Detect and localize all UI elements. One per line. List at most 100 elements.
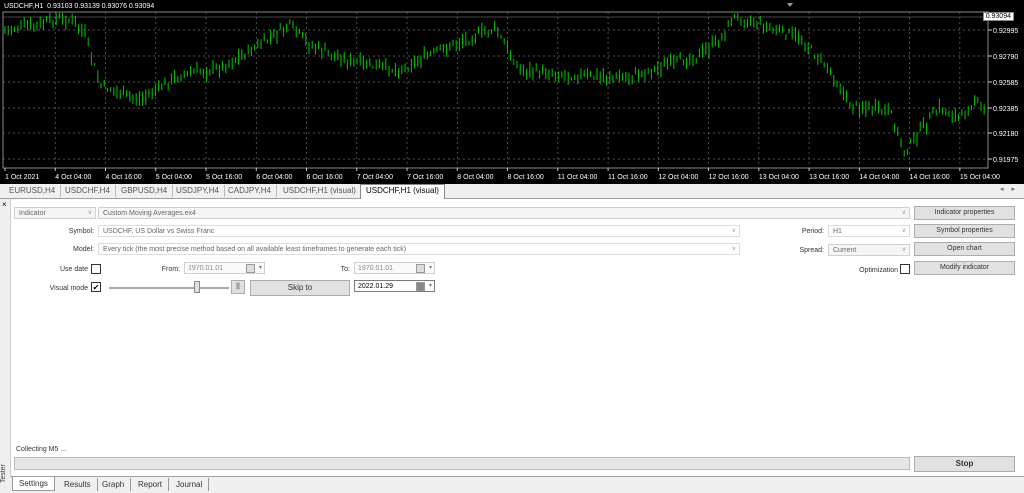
calendar-icon: [246, 264, 255, 273]
price-tick-label: 0.92995: [993, 28, 1018, 35]
tab-journal[interactable]: Journal: [170, 478, 210, 491]
chart-tab[interactable]: USDCHF,H4: [60, 185, 116, 197]
progress-bar: [14, 457, 910, 470]
calendar-icon: [416, 264, 425, 273]
time-tick-label: 5 Oct 16:00: [206, 174, 242, 181]
tester-tabs-bar: Settings Results Graph Report Journal: [10, 476, 1024, 493]
tab-graph[interactable]: Graph: [96, 478, 132, 491]
time-tick-label: 1 Oct 2021: [5, 174, 39, 181]
calendar-icon: [416, 282, 425, 291]
symbol-properties-button[interactable]: Symbol properties: [914, 224, 1015, 238]
time-tick-label: 7 Oct 04:00: [357, 174, 393, 181]
tab-settings[interactable]: Settings: [12, 477, 55, 491]
dropdown-arrow-icon: ▾: [428, 283, 432, 289]
visual-mode-checkbox[interactable]: ✔: [91, 282, 101, 292]
tab-scroll-arrows-icon[interactable]: ◂ ▸: [1000, 185, 1018, 193]
tester-type-select[interactable]: Indicator ∨: [14, 207, 96, 219]
chart-tab[interactable]: USDJPY,H4: [171, 185, 225, 197]
price-tick-label: 0.91975: [993, 157, 1018, 164]
price-tick-label: 0.92180: [993, 131, 1018, 138]
period-select[interactable]: H1 ∨: [828, 225, 910, 237]
use-date-checkbox[interactable]: [91, 264, 101, 274]
skip-date-value: 2022.01.29: [358, 283, 394, 290]
to-date-field[interactable]: 1970.01.01 ▾: [354, 262, 435, 274]
indicator-properties-button[interactable]: Indicator properties: [914, 206, 1015, 220]
symbol-label: Symbol:: [68, 228, 94, 235]
tester-side-strip: ×: [0, 199, 11, 492]
time-tick-label: 13 Oct 04:00: [759, 174, 799, 181]
tab-results[interactable]: Results: [58, 478, 98, 491]
chevron-down-icon: ∨: [901, 247, 906, 253]
use-date-label: Use date: [59, 266, 88, 273]
modify-indicator-button[interactable]: Modify indicator: [914, 261, 1015, 275]
dropdown-arrow-icon: ▾: [258, 265, 262, 271]
chevron-down-icon: ∨: [901, 228, 906, 234]
spread-select[interactable]: Current ∨: [828, 244, 910, 256]
chart-shift-icon[interactable]: [787, 3, 793, 7]
time-tick-label: 14 Oct 16:00: [910, 174, 950, 181]
indicator-select[interactable]: Custom Moving Averages.ex4 ∨: [98, 207, 910, 219]
time-tick-label: 12 Oct 04:00: [658, 174, 698, 181]
time-tick-label: 5 Oct 04:00: [156, 174, 192, 181]
from-label: From:: [161, 266, 180, 273]
time-tick-label: 8 Oct 16:00: [508, 174, 544, 181]
time-tick-label: 6 Oct 04:00: [256, 174, 292, 181]
from-date-value: 1970.01.01: [188, 265, 224, 272]
spread-select-value: Current: [833, 247, 857, 254]
from-date-field[interactable]: 1970.01.01 ▾: [184, 262, 265, 274]
spread-label: Spread:: [799, 247, 824, 254]
chart-tab[interactable]: EURUSD,H4: [4, 185, 62, 197]
status-text: Collecting M5 ...: [16, 446, 67, 453]
skip-to-button[interactable]: Skip to: [250, 280, 350, 296]
chart-tab[interactable]: USDCHF,H1 (visual): [278, 185, 362, 197]
stop-button[interactable]: Stop: [914, 456, 1015, 472]
tester-type-value: Indicator: [19, 210, 46, 217]
chevron-down-icon: ∨: [901, 210, 906, 216]
symbol-select-value: USDCHF, US Dollar vs Swiss Franc: [103, 228, 215, 235]
time-tick-label: 14 Oct 04:00: [859, 174, 899, 181]
time-tick-label: 4 Oct 16:00: [106, 174, 142, 181]
time-tick-label: 12 Oct 16:00: [709, 174, 749, 181]
to-date-value: 1970.01.01: [358, 265, 394, 272]
model-label: Model:: [72, 246, 94, 253]
visual-speed-slider[interactable]: [109, 287, 229, 289]
symbol-select[interactable]: USDCHF, US Dollar vs Swiss Franc ∨: [98, 225, 740, 237]
model-select-value: Every tick (the most precise method base…: [103, 246, 407, 253]
price-chart[interactable]: 0.92995 0.92790 0.92585 0.92385 0.92180 0.919…: [0, 0, 1024, 184]
tab-report[interactable]: Report: [132, 478, 170, 491]
current-price-tag: 0.93094: [982, 12, 1014, 21]
time-tick-label: 11 Oct 04:00: [558, 174, 598, 181]
skip-date-field[interactable]: 2022.01.29 ▾: [354, 280, 435, 292]
time-tick-label: 13 Oct 16:00: [809, 174, 849, 181]
candlestick-chart: 0.92995 0.92790 0.92585 0.92385 0.92180 0.919…: [2, 3, 1018, 181]
pause-button[interactable]: ||: [231, 280, 245, 294]
time-tick-label: 8 Oct 04:00: [457, 174, 493, 181]
price-tick-label: 0.92385: [993, 106, 1018, 113]
price-tick-label: 0.92790: [993, 54, 1018, 61]
optimization-checkbox[interactable]: [900, 264, 910, 274]
chevron-down-icon: ∨: [731, 246, 736, 252]
model-select[interactable]: Every tick (the most precise method base…: [98, 243, 740, 255]
time-tick-label: 15 Oct 04:00: [960, 174, 1000, 181]
time-tick-label: 7 Oct 16:00: [407, 174, 443, 181]
visual-mode-label: Visual mode: [49, 285, 88, 292]
period-label: Period:: [801, 228, 824, 235]
chart-tab-active[interactable]: USDCHF,H1 (visual): [360, 184, 445, 199]
time-tick-label: 4 Oct 04:00: [55, 174, 91, 181]
chevron-down-icon: ∨: [731, 228, 736, 234]
optimization-label: Optimization: [859, 267, 898, 274]
time-tick-label: 11 Oct 16:00: [608, 174, 648, 181]
chart-tab[interactable]: GBPUSD,H4: [116, 185, 174, 197]
to-label: To:: [340, 266, 350, 273]
slider-handle[interactable]: [194, 281, 200, 293]
dropdown-arrow-icon: ▾: [428, 265, 432, 271]
chevron-down-icon: ∨: [87, 210, 92, 216]
close-icon[interactable]: ×: [2, 200, 7, 209]
period-select-value: H1: [833, 228, 842, 235]
strategy-tester-panel: Indicator ∨ Custom Moving Averages.ex4 ∨ I…: [0, 199, 1024, 477]
indicator-select-value: Custom Moving Averages.ex4: [103, 210, 196, 217]
chart-tabs-bar: EURUSD,H4 USDCHF,H4 GBPUSD,H4 USDJPY,H4 …: [0, 184, 1024, 199]
chart-tab[interactable]: CADJPY,H4: [223, 185, 277, 197]
time-tick-label: 6 Oct 16:00: [307, 174, 343, 181]
open-chart-button[interactable]: Open chart: [914, 242, 1015, 256]
